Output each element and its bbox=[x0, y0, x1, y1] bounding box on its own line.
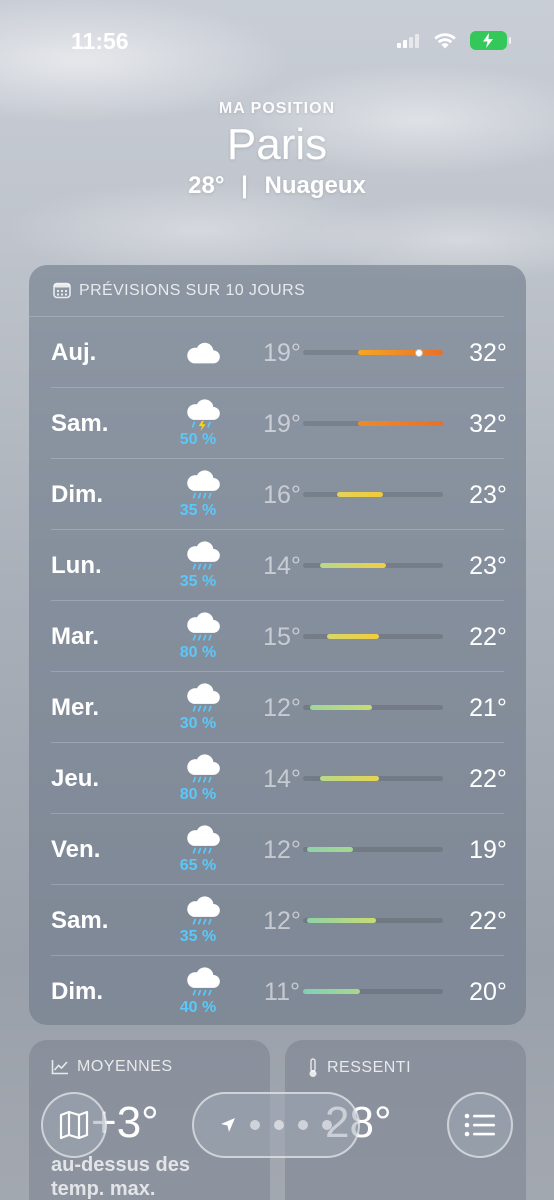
wifi-icon bbox=[434, 33, 456, 49]
precipitation-chance: 30 % bbox=[179, 715, 217, 732]
precipitation-chance: 80 % bbox=[179, 644, 217, 661]
temperature-range-fill bbox=[326, 634, 379, 639]
max-temperature: 32° bbox=[469, 410, 507, 438]
averages-header: MOYENNES bbox=[51, 1058, 173, 1076]
calendar-icon bbox=[53, 282, 71, 299]
max-temperature: 20° bbox=[469, 978, 507, 1006]
ten-day-forecast-card[interactable]: PRÉVISIONS SUR 10 JOURS Auj. 19° 32° Sam. 50… bbox=[29, 265, 526, 1025]
cellular-signal-icon bbox=[397, 32, 419, 48]
current-condition: Nuageux bbox=[264, 172, 366, 199]
forecast-day: Ven. bbox=[51, 836, 101, 863]
location-arrow-icon bbox=[221, 1118, 235, 1132]
temperature-range-bar bbox=[303, 847, 443, 852]
temperature-range-fill bbox=[357, 350, 443, 355]
page-dot bbox=[250, 1120, 260, 1130]
precipitation-chance: 35 % bbox=[179, 502, 217, 519]
status-time: 11:56 bbox=[71, 28, 129, 54]
max-temperature: 22° bbox=[469, 765, 507, 793]
averages-subtitle: au-dessus des temp. max. bbox=[51, 1153, 190, 1200]
max-temperature: 21° bbox=[469, 694, 507, 722]
forecast-day: Dim. bbox=[51, 481, 104, 508]
summary-separator: | bbox=[241, 172, 248, 199]
forecast-row[interactable]: Sam. 50 % 19° 32° bbox=[51, 388, 507, 459]
precipitation-chance: 35 % bbox=[179, 928, 217, 945]
current-temperature: 28° bbox=[188, 172, 225, 199]
max-temperature: 32° bbox=[469, 339, 507, 367]
forecast-row[interactable]: Dim. 35 % 16° 23° bbox=[51, 459, 507, 530]
list-icon bbox=[464, 1113, 495, 1137]
max-temperature: 22° bbox=[469, 907, 507, 935]
temperature-range-bar bbox=[303, 348, 443, 357]
temperature-range-bar bbox=[303, 918, 443, 923]
trend-chart-icon bbox=[51, 1060, 68, 1075]
max-temperature: 19° bbox=[469, 836, 507, 864]
temperature-range-bar bbox=[303, 492, 443, 497]
max-temperature: 23° bbox=[469, 481, 507, 509]
feels-like-header: RESSENTI bbox=[307, 1058, 411, 1078]
forecast-card-header: PRÉVISIONS SUR 10 JOURS bbox=[29, 265, 504, 317]
city-name: Paris bbox=[226, 120, 328, 169]
forecast-day: Mer. bbox=[51, 694, 100, 721]
current-summary: 28° | Nuageux bbox=[0, 172, 554, 200]
temperature-range-fill bbox=[319, 776, 379, 781]
forecast-row[interactable]: Jeu. 80 % 14° 22° bbox=[51, 743, 507, 814]
averages-title: MOYENNES bbox=[77, 1058, 173, 1075]
temperature-range-bar bbox=[303, 705, 443, 710]
status-bar: 11:56 bbox=[0, 0, 554, 80]
temperature-range-fill bbox=[319, 563, 386, 568]
forecast-row[interactable]: Mar. 80 % 15° 22° bbox=[51, 601, 507, 672]
precipitation-chance: 40 % bbox=[179, 999, 217, 1016]
temperature-range-bar bbox=[303, 563, 443, 568]
max-temperature: 23° bbox=[469, 552, 507, 580]
forecast-row[interactable]: Ven. 65 % 12° 19° bbox=[51, 814, 507, 885]
forecast-day: Lun. bbox=[51, 552, 102, 579]
precipitation-chance: 50 % bbox=[179, 431, 217, 448]
precipitation-chance: 80 % bbox=[179, 786, 217, 803]
forecast-day: Jeu. bbox=[51, 765, 100, 792]
location-header: MA POSITION Paris 28° | Nuageux bbox=[0, 100, 554, 200]
temperature-range-bar bbox=[303, 421, 443, 426]
map-button[interactable] bbox=[41, 1092, 107, 1158]
forecast-day: Dim. bbox=[51, 978, 104, 1005]
temperature-range-fill bbox=[310, 705, 372, 710]
temperature-range-fill bbox=[307, 847, 354, 852]
max-temperature: 22° bbox=[469, 623, 507, 651]
precipitation-chance: 35 % bbox=[179, 573, 217, 590]
temperature-range-bar bbox=[303, 776, 443, 781]
forecast-row[interactable]: Lun. 35 % 14° 23° bbox=[51, 530, 507, 601]
forecast-title: PRÉVISIONS SUR 10 JOURS bbox=[79, 281, 306, 299]
forecast-rows: Auj. 19° 32° Sam. 50 % 19° 32° Dim. 35 % 16° 23° Lu… bbox=[29, 317, 526, 1025]
forecast-day: Sam. bbox=[51, 410, 109, 437]
averages-subtitle-line2: temp. max. bbox=[51, 1178, 156, 1200]
forecast-row[interactable]: Dim. 40 % 11° 20° bbox=[51, 956, 507, 1025]
forecast-day: Sam. bbox=[51, 907, 109, 934]
temperature-range-fill bbox=[303, 989, 361, 994]
forecast-row[interactable]: Mer. 30 % 12° 21° bbox=[51, 672, 507, 743]
temperature-range-fill bbox=[357, 421, 443, 426]
forecast-row[interactable]: Sam. 35 % 12° 22° bbox=[51, 885, 507, 956]
page-dot bbox=[274, 1120, 284, 1130]
temperature-range-bar bbox=[303, 634, 443, 639]
page-dot bbox=[322, 1120, 332, 1130]
precipitation-chance: 65 % bbox=[179, 857, 217, 874]
page-dot bbox=[298, 1120, 308, 1130]
map-icon bbox=[59, 1110, 89, 1140]
current-temperature-marker bbox=[415, 348, 424, 357]
temperature-range-fill bbox=[336, 492, 383, 497]
cloud-icon bbox=[181, 323, 225, 374]
location-pager[interactable] bbox=[192, 1092, 360, 1158]
forecast-day: Mar. bbox=[51, 623, 100, 650]
location-label: MA POSITION bbox=[218, 100, 336, 117]
battery-charging-icon bbox=[470, 31, 511, 50]
temperature-range-fill bbox=[307, 918, 376, 923]
forecast-day: Auj. bbox=[51, 339, 97, 366]
temperature-range-bar bbox=[303, 989, 443, 994]
feels-like-title: RESSENTI bbox=[327, 1059, 412, 1076]
thermometer-icon bbox=[309, 1058, 317, 1077]
forecast-row[interactable]: Auj. 19° 32° bbox=[51, 317, 507, 388]
locations-list-button[interactable] bbox=[447, 1092, 513, 1158]
